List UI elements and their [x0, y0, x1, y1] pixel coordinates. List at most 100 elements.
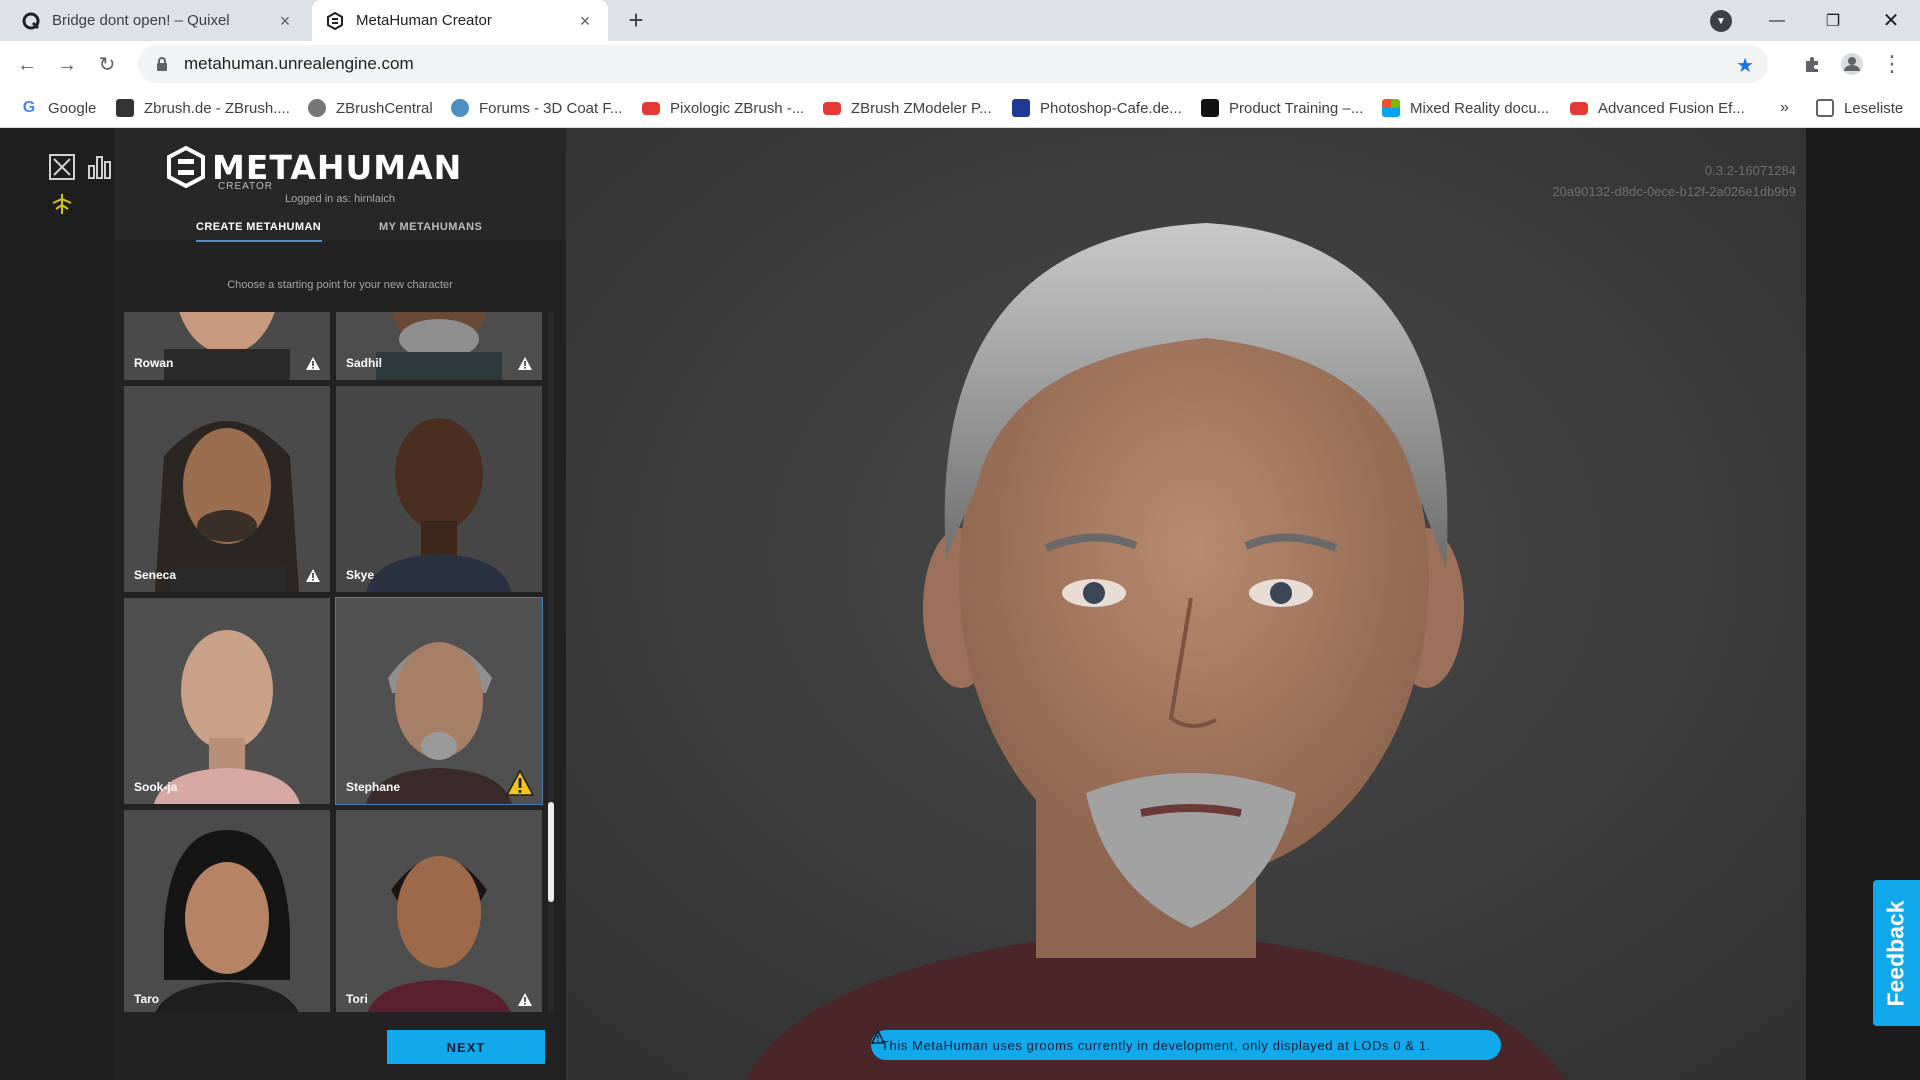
creator-panel: METAHUMAN CREATOR Logged in as: hirnlaic… [114, 128, 566, 1080]
preset-name: Rowan [134, 356, 174, 370]
skye-portrait [336, 386, 542, 592]
banner-text: This MetaHuman uses grooms currently in … [881, 1037, 1431, 1053]
character-render [566, 128, 1806, 1080]
bookmark-photoshop-cafe[interactable]: Photoshop-Cafe.de... [1012, 88, 1182, 128]
tab-title: MetaHuman Creator [356, 12, 492, 29]
preset-card-seneca[interactable]: Seneca [124, 386, 330, 592]
preset-name: Sadhil [346, 356, 383, 370]
window-close-icon[interactable]: ✕ [1866, 0, 1916, 41]
photoshop-cafe-icon [1012, 99, 1030, 117]
build-hash: 20a90132-d8dc-0ece-b12f-2a026e1db9b9 [1552, 184, 1796, 199]
preset-name: Taro [134, 992, 160, 1006]
quixel-favicon-icon [22, 12, 40, 30]
groom-warning-banner: This MetaHuman uses grooms currently in … [871, 1030, 1501, 1060]
preset-card-stephane[interactable]: Stephane [335, 597, 543, 805]
browser-tab-metahuman[interactable]: MetaHuman Creator × [312, 0, 608, 41]
restore-icon[interactable]: ❐ [1808, 0, 1858, 41]
fullscreen-icon[interactable] [49, 154, 75, 180]
metahuman-favicon-icon [326, 11, 344, 30]
metahuman-app: METAHUMAN CREATOR Logged in as: hirnlaic… [0, 128, 1920, 1080]
feedback-button[interactable]: Feedback [1873, 880, 1920, 1026]
tab-close-icon[interactable]: × [276, 12, 294, 30]
tab-my-metahumans[interactable]: MY METAHUMANS [379, 221, 482, 233]
zbrush-de-icon [116, 99, 134, 117]
feedback-label: Feedback [1883, 899, 1910, 1007]
bookmark-google[interactable]: G Google [20, 88, 96, 128]
preset-card-sook-ja[interactable]: Sook-ja [124, 598, 330, 804]
oculus-icon [1201, 99, 1219, 117]
google-icon: G [20, 99, 38, 117]
forward-arrow-icon[interactable]: → [53, 51, 81, 79]
tori-portrait [336, 810, 542, 1012]
bookmark-zbrush-zmodeler[interactable]: ZBrush ZModeler P... [823, 88, 992, 128]
metahuman-logo: METAHUMAN [166, 146, 462, 188]
preset-scrollbar-thumb[interactable] [548, 802, 554, 902]
youtube-icon [1570, 101, 1588, 115]
reading-list-button[interactable]: Leseliste [1816, 88, 1903, 128]
3dcoat-icon [451, 99, 469, 117]
new-tab-button[interactable]: + [622, 7, 650, 35]
warning-icon [518, 993, 532, 1006]
minimize-icon[interactable]: — [1752, 0, 1802, 41]
reading-list-icon [1816, 99, 1834, 117]
warning-icon [518, 357, 532, 370]
bookmarks-overflow-button[interactable]: » [1780, 88, 1789, 128]
url-text: metahuman.unrealengine.com [184, 54, 414, 73]
browser-tab-quixel[interactable]: Bridge dont open! – Quixel × [8, 0, 308, 41]
preset-card-tori[interactable]: Tori [336, 810, 542, 1012]
seneca-portrait [124, 386, 330, 592]
preset-name: Stephane [346, 780, 401, 794]
profile-avatar-icon[interactable] [1838, 50, 1866, 78]
bookmark-zbrushcentral[interactable]: ZBrushCentral [308, 88, 433, 128]
stats-bar-chart-icon[interactable] [87, 154, 113, 180]
instruction-text: Choose a starting point for your new cha… [227, 279, 453, 291]
preset-name: Seneca [134, 568, 177, 582]
bookmark-star-icon[interactable]: ★ [1736, 53, 1754, 78]
metahuman-logo-icon [167, 146, 205, 188]
extensions-icon[interactable] [1798, 50, 1826, 78]
next-button[interactable]: NEXT [387, 1030, 545, 1064]
bookmarks-bar: G Google Zbrush.de - ZBrush.... ZBrushCe… [0, 88, 1920, 128]
panel-header: METAHUMAN CREATOR Logged in as: hirnlaic… [114, 128, 566, 240]
lock-icon [154, 56, 170, 72]
globe-icon [308, 99, 326, 117]
preset-card-sadhil[interactable]: Sadhil [336, 312, 542, 380]
tab-title: Bridge dont open! – Quixel [52, 12, 230, 29]
character-viewport[interactable]: 0.3.2-16071284 20a90132-d8dc-0ece-b12f-2… [566, 128, 1806, 1080]
reload-icon[interactable]: ↻ [93, 51, 121, 79]
bookmark-advanced-fusion[interactable]: Advanced Fusion Ef... [1570, 88, 1745, 128]
preset-name: Tori [346, 992, 368, 1006]
tab-create-metahuman[interactable]: CREATE METAHUMAN [196, 221, 321, 233]
browser-menu-icon[interactable]: ⋮ [1878, 50, 1906, 78]
preset-card-skye[interactable]: Skye [336, 386, 542, 592]
bookmark-product-training[interactable]: Product Training –... [1201, 88, 1363, 128]
bookmark-pixologic-zbrush[interactable]: Pixologic ZBrush -... [642, 88, 804, 128]
warning-icon [306, 357, 320, 370]
youtube-icon [823, 101, 841, 115]
preset-name: Sook-ja [134, 780, 178, 794]
lighting-icon[interactable] [49, 191, 75, 217]
address-bar[interactable]: metahuman.unrealengine.com ★ [138, 45, 1768, 83]
microsoft-icon [1382, 99, 1400, 117]
bookmark-zbrush-de[interactable]: Zbrush.de - ZBrush.... [116, 88, 290, 128]
preset-card-rowan[interactable]: Rowan [124, 312, 330, 380]
bookmark-3dcoat-forums[interactable]: Forums - 3D Coat F... [451, 88, 622, 128]
preset-card-taro[interactable]: Taro [124, 810, 330, 1012]
warning-icon [306, 569, 320, 582]
warning-icon [506, 770, 534, 796]
sook-ja-portrait [124, 598, 330, 804]
version-info: 0.3.2-16071284 20a90132-d8dc-0ece-b12f-2… [1552, 160, 1796, 202]
back-arrow-icon[interactable]: ← [13, 51, 41, 79]
active-tab-indicator [196, 240, 322, 242]
browser-toolbar: ← → ↻ metahuman.unrealengine.com ★ [0, 41, 1920, 88]
tab-search-icon[interactable]: ▼ [1710, 10, 1732, 32]
preset-scrollbar-track[interactable] [548, 312, 554, 1012]
tab-close-icon[interactable]: × [576, 12, 594, 30]
taro-portrait [124, 810, 330, 1012]
browser-tabstrip: Bridge dont open! – Quixel × MetaHuman C… [0, 0, 1920, 41]
bookmark-mixed-reality-docs[interactable]: Mixed Reality docu... [1382, 88, 1549, 128]
logo-subtitle: CREATOR [218, 181, 273, 192]
warning-icon [871, 1030, 885, 1044]
preset-grid: Rowan Sadhil Seneca Skye Sook-ja Stephan… [124, 312, 548, 1012]
version-number: 0.3.2-16071284 [1704, 163, 1796, 178]
